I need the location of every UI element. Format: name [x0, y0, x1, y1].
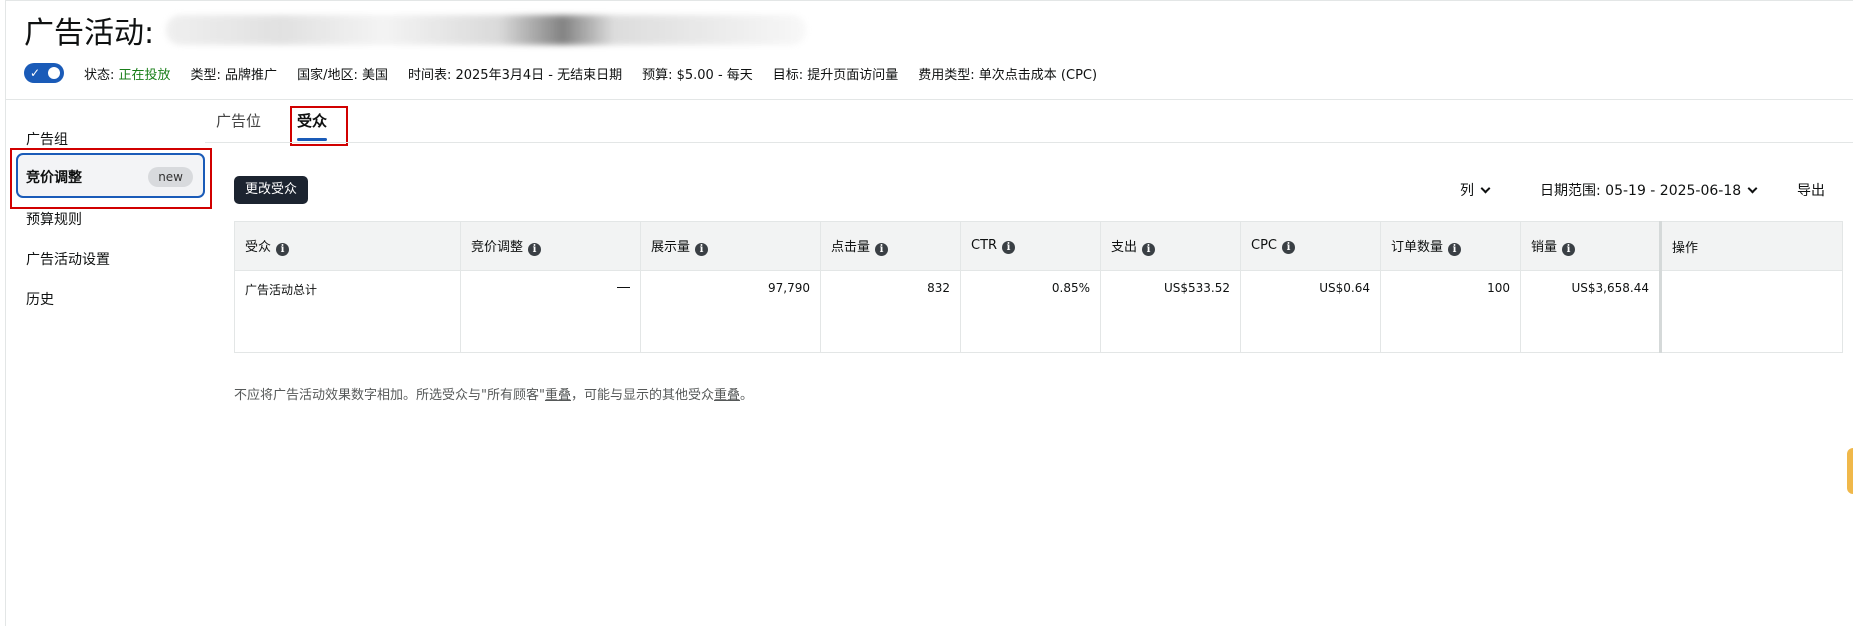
column-header-label: 展示量: [651, 240, 691, 255]
sidebar-item-budget-rules[interactable]: 预算规则: [26, 209, 82, 229]
table-header-row: 受众 i 竞价调整 i 展示量 i 点击量 i CTR i 支出 i CPC i 订单数量 i …: [234, 221, 1843, 271]
column-header-orders[interactable]: 订单数量 i: [1380, 221, 1521, 271]
disclaimer-text: ，可能与显示的其他受众: [570, 388, 714, 403]
columns-label: 列: [1460, 183, 1474, 199]
overlap-disclaimer: 不应将广告活动效果数字相加。所选受众与"所有顾客"重叠，可能与显示的其他受众重叠…: [234, 384, 753, 403]
column-header-ctr[interactable]: CTR i: [960, 221, 1101, 271]
cell-actions: [1659, 270, 1843, 353]
info-icon[interactable]: i: [875, 243, 889, 256]
column-header-label: CPC: [1251, 238, 1277, 253]
meta-goal: 目标: 提升页面访问量: [772, 67, 899, 83]
column-header-label: CTR: [971, 238, 998, 253]
cell-orders: 100: [1380, 270, 1521, 353]
column-header-audience[interactable]: 受众 i: [234, 221, 461, 271]
column-header-label: 支出: [1111, 240, 1138, 255]
overlap-link[interactable]: 重叠: [714, 388, 740, 403]
info-icon[interactable]: i: [1282, 241, 1295, 254]
sidebar-item-campaign-settings[interactable]: 广告活动设置: [26, 249, 110, 269]
check-icon: ✓: [30, 66, 41, 80]
header-divider: [6, 99, 1853, 100]
meta-status: 状态: 正在投放: [84, 64, 171, 83]
change-audience-button[interactable]: 更改受众: [234, 176, 308, 204]
meta-status-value: 正在投放: [118, 67, 171, 83]
date-range-dropdown[interactable]: 日期范围: 05-19 - 2025-06-18: [1540, 180, 1758, 200]
export-button[interactable]: 导出: [1797, 180, 1825, 200]
column-header-sales[interactable]: 销量 i: [1520, 221, 1661, 271]
column-header-spend[interactable]: 支出 i: [1100, 221, 1241, 271]
sidebar-item-history[interactable]: 历史: [26, 289, 54, 309]
table-row: 广告活动总计 97,790 832 0.85% US$533.52 US$0.6…: [234, 270, 1843, 353]
info-icon[interactable]: i: [695, 243, 709, 256]
page-top-border: [6, 0, 1853, 1]
chevron-down-icon: [1747, 183, 1758, 193]
overlap-link[interactable]: 重叠: [545, 388, 571, 403]
info-icon[interactable]: i: [1562, 243, 1576, 256]
column-header-label: 订单数量: [1391, 240, 1444, 255]
cell-cpc: US$0.64: [1240, 270, 1381, 353]
campaign-status-toggle[interactable]: ✓: [24, 63, 64, 83]
page-title: 广告活动:: [24, 8, 807, 52]
cell-audience: 广告活动总计: [234, 270, 461, 353]
cell-impressions: 97,790: [640, 270, 821, 353]
disclaimer-text: 不应将广告活动效果数字相加。所选受众与"所有顾客": [234, 388, 545, 403]
columns-dropdown[interactable]: 列: [1460, 180, 1491, 200]
info-icon[interactable]: i: [1142, 243, 1156, 256]
page-left-border: [5, 0, 6, 626]
column-header-clicks[interactable]: 点击量 i: [820, 221, 961, 271]
meta-type: 类型: 品牌推广: [190, 67, 278, 83]
meta-cost-type: 费用类型: 单次点击成本 (CPC): [918, 67, 1098, 83]
column-header-cpc[interactable]: CPC i: [1240, 221, 1381, 271]
campaign-meta-row: ✓ 状态: 正在投放 类型: 品牌推广 国家/地区: 美国 时间表: 2025年…: [24, 62, 1117, 84]
cell-bid-adjustment: [460, 270, 641, 353]
meta-country: 国家/地区: 美国: [297, 67, 388, 83]
meta-status-label: 状态:: [84, 67, 115, 83]
toggle-knob: [48, 67, 60, 79]
sidebar-item-ad-groups[interactable]: 广告组: [26, 129, 68, 149]
tab-divider: [205, 142, 1853, 143]
column-header-label: 点击量: [831, 240, 871, 255]
info-icon[interactable]: i: [276, 243, 290, 256]
column-header-actions: 操作: [1659, 221, 1843, 271]
cell-ctr: 0.85%: [960, 270, 1101, 353]
empty-value-dash: [617, 287, 630, 288]
annotation-highlight-tab: [290, 106, 348, 146]
feedback-edge-tab[interactable]: [1847, 448, 1853, 494]
cell-clicks: 832: [820, 270, 961, 353]
audience-table: 受众 i 竞价调整 i 展示量 i 点击量 i CTR i 支出 i CPC i 订单数量 i …: [234, 221, 1843, 353]
disclaimer-text: 。: [740, 388, 754, 403]
column-header-label: 销量: [1531, 240, 1558, 255]
column-header-label: 竞价调整: [471, 240, 524, 255]
meta-schedule: 时间表: 2025年3月4日 - 无结束日期: [407, 67, 623, 83]
cell-spend: US$533.52: [1100, 270, 1241, 353]
info-icon[interactable]: i: [1448, 243, 1462, 256]
info-icon[interactable]: i: [1002, 241, 1016, 254]
date-range-label: 日期范围: 05-19 - 2025-06-18: [1540, 183, 1742, 199]
meta-budget: 预算: $5.00 - 每天: [642, 67, 753, 83]
annotation-highlight-sidebar: [10, 148, 212, 209]
cell-sales: US$3,658.44: [1520, 270, 1661, 353]
info-icon[interactable]: i: [528, 243, 542, 256]
page-title-label: 广告活动:: [24, 16, 155, 51]
chevron-down-icon: [1480, 183, 1491, 193]
tab-placements[interactable]: 广告位: [216, 110, 261, 131]
column-header-bid-adjustment[interactable]: 竞价调整 i: [460, 221, 641, 271]
column-header-label: 受众: [245, 240, 272, 255]
redacted-campaign-name: [166, 15, 807, 45]
column-header-impressions[interactable]: 展示量 i: [640, 221, 821, 271]
